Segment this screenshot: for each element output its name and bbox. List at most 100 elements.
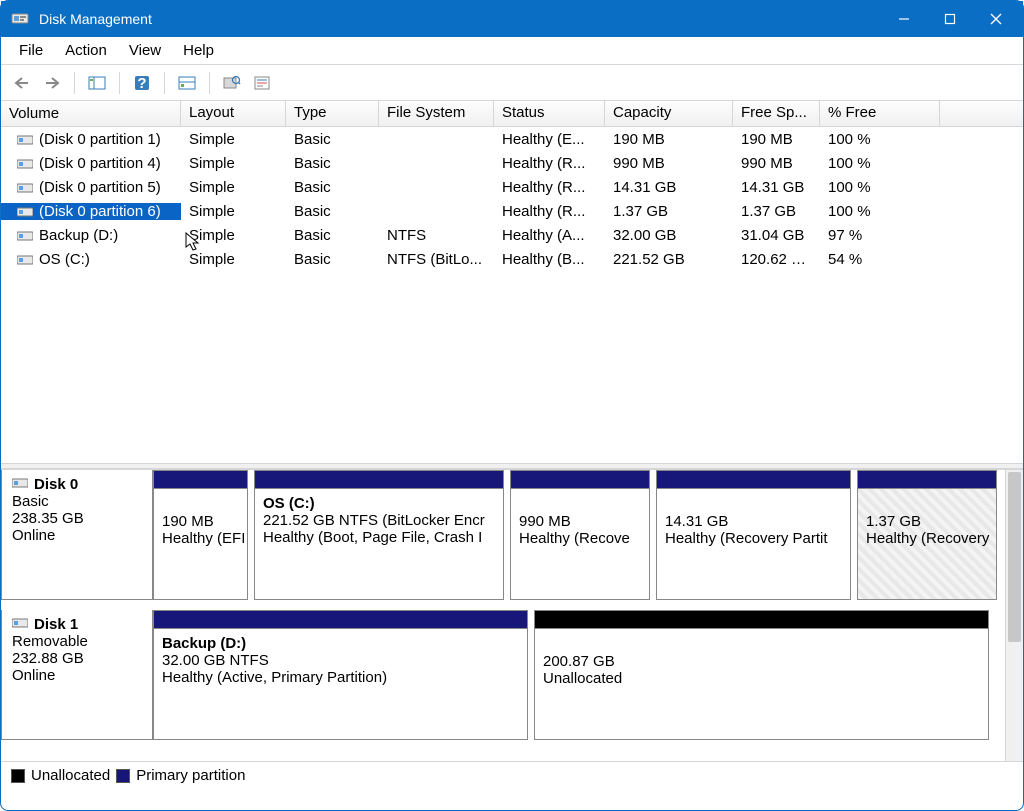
action-list-button[interactable] [175,71,199,95]
partition-header-strip [656,470,851,488]
volume-capacity: 190 MB [605,131,733,148]
partition-status: Healthy (Recovery [866,530,988,547]
volume-capacity: 14.31 GB [605,179,733,196]
volume-capacity: 1.37 GB [605,203,733,220]
volume-row[interactable]: Backup (D:)SimpleBasicNTFSHealthy (A...3… [1,223,1023,247]
drive-icon [17,229,33,241]
volume-row[interactable]: (Disk 0 partition 5)SimpleBasicHealthy (… [1,175,1023,199]
partition-status: Healthy (Boot, Page File, Crash I [263,529,495,546]
partition-status: Healthy (Recovery Partit [665,530,842,547]
disk-label: Disk 1 [34,616,78,633]
forward-button[interactable] [40,71,64,95]
volume-name: Backup (D:) [1,227,181,244]
volume-type: Basic [286,227,379,244]
partition-size: 221.52 GB NTFS (BitLocker Encr [263,512,495,529]
partition-box[interactable]: 200.87 GBUnallocated [534,628,989,740]
disk-row: Disk 0Basic238.35 GBOnline190 MBHealthy … [1,470,1005,600]
volume-pct: 100 % [820,203,940,220]
drive-icon [17,205,33,217]
partition-box[interactable]: OS (C:)221.52 GB NTFS (BitLocker EncrHea… [254,488,504,600]
volume-type: Basic [286,179,379,196]
volume-pct: 97 % [820,227,940,244]
menu-file[interactable]: File [9,39,55,62]
disk-info[interactable]: Disk 1Removable232.88 GBOnline [1,610,153,740]
back-button[interactable] [10,71,34,95]
drive-icon [17,253,33,265]
disk-kind: Removable [12,633,142,650]
disk-state: Online [12,527,142,544]
disk-size: 238.35 GB [12,510,142,527]
disk-state: Online [12,667,142,684]
volume-fs: NTFS (BitLo... [379,251,494,268]
col-free[interactable]: Free Sp... [733,101,820,126]
volume-layout: Simple [181,131,286,148]
column-headers: Volume Layout Type File System Status Ca… [1,101,1023,127]
partition-size: 1.37 GB [866,513,988,530]
volume-free: 14.31 GB [733,179,820,196]
col-type[interactable]: Type [286,101,379,126]
volume-status: Healthy (R... [494,155,605,172]
partition-box[interactable]: 190 MBHealthy (EFI [153,488,248,600]
menu-help[interactable]: Help [173,39,226,62]
partition-box[interactable]: 990 MBHealthy (Recove [510,488,650,600]
menu-bar: File Action View Help [1,37,1023,65]
volume-free: 120.62 GB [733,251,820,268]
col-layout[interactable]: Layout [181,101,286,126]
volume-layout: Simple [181,179,286,196]
toolbar: ? [1,65,1023,101]
partition-size: 200.87 GB [543,653,980,670]
partition-status: Healthy (Recove [519,530,641,547]
partition-header-strip [153,610,528,628]
volume-free: 1.37 GB [733,203,820,220]
partition-header-strip [254,470,504,488]
volume-row[interactable]: (Disk 0 partition 4)SimpleBasicHealthy (… [1,151,1023,175]
volume-name: (Disk 0 partition 5) [1,179,181,196]
disk-icon [12,476,30,490]
partition-status: Healthy (Active, Primary Partition) [162,669,519,686]
disk-graphical-view: Disk 0Basic238.35 GBOnline190 MBHealthy … [1,469,1023,761]
volume-pct: 100 % [820,179,940,196]
volume-layout: Simple [181,227,286,244]
partition-title: OS (C:) [263,495,495,512]
col-capacity[interactable]: Capacity [605,101,733,126]
help-button[interactable]: ? [130,71,154,95]
volume-free: 31.04 GB [733,227,820,244]
volume-row[interactable]: (Disk 0 partition 6)SimpleBasicHealthy (… [1,199,1023,223]
volume-type: Basic [286,155,379,172]
close-button[interactable] [973,1,1019,37]
volume-row[interactable]: OS (C:)SimpleBasicNTFS (BitLo...Healthy … [1,247,1023,271]
partition-size: 32.00 GB NTFS [162,652,519,669]
partition-header-strip [510,470,650,488]
properties-button[interactable] [250,71,274,95]
volume-list[interactable]: (Disk 0 partition 1)SimpleBasicHealthy (… [1,127,1023,463]
menu-view[interactable]: View [119,39,173,62]
partition-box[interactable]: 1.37 GBHealthy (Recovery [857,488,997,600]
col-volume[interactable]: Volume [1,101,181,126]
refresh-button[interactable] [220,71,244,95]
show-hide-console-button[interactable] [85,71,109,95]
vertical-scrollbar[interactable] [1005,470,1023,761]
menu-action[interactable]: Action [55,39,119,62]
partition-size: 14.31 GB [665,513,842,530]
volume-status: Healthy (A... [494,227,605,244]
col-status[interactable]: Status [494,101,605,126]
partition-title: Backup (D:) [162,635,519,652]
partition-size: 990 MB [519,513,641,530]
disk-info[interactable]: Disk 0Basic238.35 GBOnline [1,470,153,600]
app-icon [11,10,29,28]
volume-row[interactable]: (Disk 0 partition 1)SimpleBasicHealthy (… [1,127,1023,151]
volume-status: Healthy (E... [494,131,605,148]
partition-box[interactable]: 14.31 GBHealthy (Recovery Partit [656,488,851,600]
maximize-button[interactable] [927,1,973,37]
minimize-button[interactable] [881,1,927,37]
col-pct[interactable]: % Free [820,101,940,126]
volume-free: 990 MB [733,155,820,172]
volume-capacity: 32.00 GB [605,227,733,244]
partition-status: Healthy (EFI [162,530,239,547]
window-title: Disk Management [39,11,881,27]
partition-box[interactable]: Backup (D:)32.00 GB NTFSHealthy (Active,… [153,628,528,740]
svg-text:?: ? [137,75,146,92]
volume-capacity: 990 MB [605,155,733,172]
drive-icon [17,181,33,193]
col-filesystem[interactable]: File System [379,101,494,126]
